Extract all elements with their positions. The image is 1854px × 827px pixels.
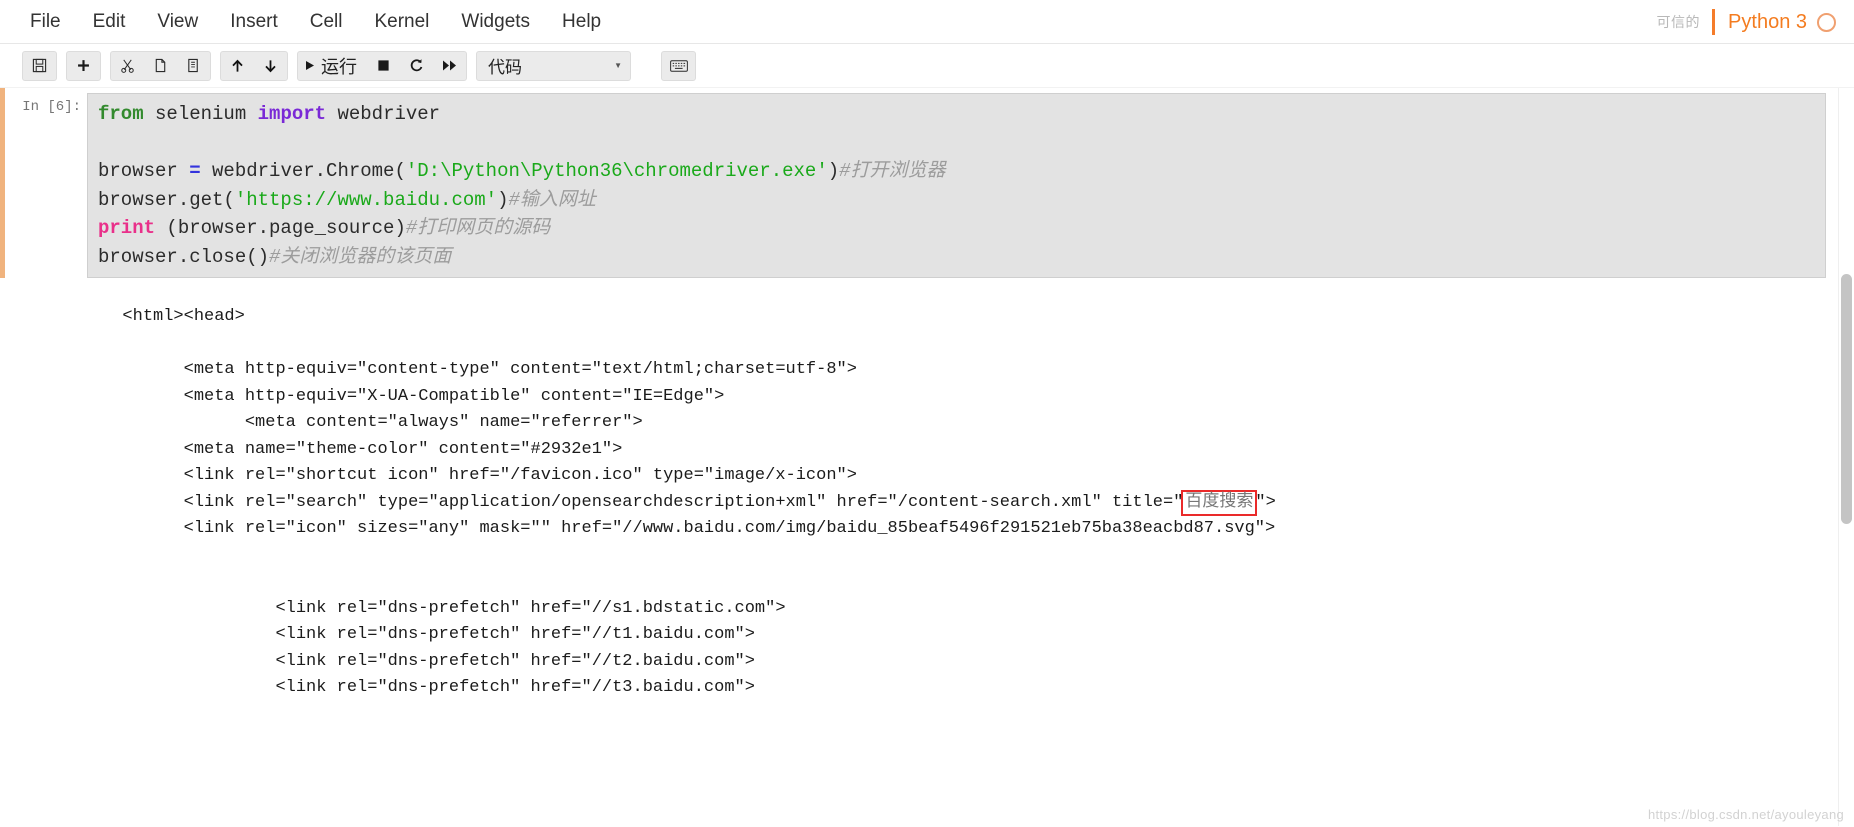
- code-token: ): [827, 160, 840, 182]
- output-line: <link rel="icon" sizes="any" mask="" hre…: [0, 519, 1276, 538]
- menu-item-help[interactable]: Help: [546, 8, 617, 35]
- code-line: print (browser.page_source)#打印网页的源码: [98, 214, 1821, 243]
- run-cell-label: 运行: [321, 56, 357, 77]
- kernel-divider: [1712, 9, 1716, 35]
- code-token: =: [189, 160, 201, 182]
- run-cell-button[interactable]: 运行: [298, 52, 367, 80]
- output-line: <meta name="theme-color" content="#2932e…: [0, 439, 623, 459]
- move-cell-up-button[interactable]: [221, 52, 254, 80]
- toolbar-group-insert: [66, 50, 101, 81]
- code-token: webdriver: [326, 103, 441, 125]
- output-line: <meta content="always" name="referrer">: [0, 413, 643, 432]
- code-cell[interactable]: In [6]: from selenium import webdriver b…: [0, 88, 1826, 278]
- menu-item-view[interactable]: View: [141, 8, 214, 35]
- paste-cell-button[interactable]: [177, 52, 210, 80]
- copy-cell-button[interactable]: [144, 52, 177, 80]
- notebook-body: In [6]: from selenium import webdriver b…: [0, 88, 1854, 826]
- paste-icon: [188, 58, 198, 73]
- output-line: <link rel="dns-prefetch" href="//s1.bdst…: [0, 598, 786, 618]
- menu-item-insert[interactable]: Insert: [214, 8, 294, 35]
- toolbar-group-move: [220, 50, 288, 81]
- cell-input-prompt: In [6]:: [22, 99, 81, 115]
- menu-item-widgets[interactable]: Widgets: [445, 8, 546, 35]
- save-icon: [32, 58, 47, 73]
- keyboard-shortcuts-button[interactable]: [662, 52, 695, 80]
- code-line: browser = webdriver.Chrome('D:\Python\Py…: [98, 157, 1821, 186]
- code-token: 'https://www.baidu.com': [234, 188, 498, 211]
- highlight-annotation-box: 百度搜索: [1181, 489, 1258, 516]
- cell-type-value: 代码: [488, 58, 522, 77]
- code-token: webdriver.Chrome(: [200, 160, 406, 182]
- output-line: <meta http-equiv="X-UA-Compatible" conte…: [0, 386, 725, 406]
- output-line: <link rel="dns-prefetch" href="//t3.baid…: [0, 678, 755, 697]
- plus-icon: [78, 60, 89, 71]
- output-line: <link rel="dns-prefetch" href="//t2.baid…: [0, 651, 755, 671]
- fast-forward-icon: [442, 60, 456, 71]
- toolbar-group-shortcuts: [661, 50, 696, 81]
- output-line: <meta http-equiv="content-type" content=…: [0, 360, 857, 379]
- toolbar-group-clipboard: [110, 50, 211, 81]
- interrupt-kernel-button[interactable]: [367, 52, 400, 80]
- move-cell-down-button[interactable]: [254, 52, 287, 80]
- trusted-badge: 可信的: [1656, 14, 1701, 30]
- code-token: #关闭浏览器的该页面: [269, 245, 452, 268]
- toolbar-group-run: 运行: [297, 50, 467, 81]
- output-scrollbar-thumb[interactable]: [1841, 274, 1852, 524]
- menu-item-file[interactable]: File: [14, 8, 77, 35]
- insert-cell-below-button[interactable]: [67, 52, 100, 80]
- code-token: selenium: [143, 103, 258, 125]
- watermark-text: https://blog.csdn.net/ayouleyang: [1647, 807, 1844, 822]
- kernel-indicator-area: 可信的 Python 3: [1657, 0, 1836, 44]
- chevron-down-icon: ▼: [614, 61, 622, 70]
- menu-item-cell[interactable]: Cell: [294, 8, 359, 35]
- code-token: browser: [98, 160, 190, 182]
- stop-square-icon: [378, 60, 389, 71]
- code-token: #打印网页的源码: [405, 217, 551, 239]
- toolbar: 运行 代码 ▼: [0, 44, 1854, 88]
- arrow-down-icon: [265, 59, 276, 72]
- output-line: <link rel="dns-prefetch" href="//t1.baid…: [0, 625, 755, 644]
- output-line: <link rel="search" type="application/ope…: [0, 489, 1854, 517]
- output-scrollbar[interactable]: [1838, 88, 1854, 826]
- cut-cell-button[interactable]: [111, 52, 144, 80]
- code-token: #打开浏览器: [839, 160, 946, 182]
- code-token: browser.close(): [98, 245, 270, 268]
- save-button[interactable]: [23, 52, 56, 80]
- restart-kernel-button[interactable]: [400, 52, 433, 80]
- kernel-name-label: Python 3: [1728, 10, 1807, 33]
- play-triangle-icon: [306, 61, 314, 70]
- menu-item-kernel[interactable]: Kernel: [358, 8, 445, 35]
- code-line: from selenium import webdriver: [98, 100, 1821, 129]
- code-token: (browser.page_source): [155, 217, 406, 239]
- output-line: <html><head>: [0, 307, 245, 326]
- cell-type-select[interactable]: 代码 ▼: [476, 50, 631, 81]
- code-line: browser.close()#关闭浏览器的该页面: [98, 243, 1821, 272]
- menu-item-edit[interactable]: Edit: [77, 8, 142, 35]
- code-token: #输入网址: [508, 188, 596, 211]
- code-token: ): [497, 188, 509, 211]
- code-editor[interactable]: from selenium import webdriver browser =…: [87, 93, 1826, 278]
- restart-circle-icon: [410, 59, 423, 72]
- kernel-idle-circle-icon[interactable]: [1817, 12, 1836, 32]
- code-token: browser.get(: [98, 188, 235, 211]
- code-token: import: [257, 103, 327, 125]
- scissors-icon: [121, 59, 134, 73]
- toolbar-group-save: [22, 50, 57, 81]
- code-line: browser.get('https://www.baidu.com')#输入网…: [98, 186, 1821, 215]
- cell-output-stream: <html><head> <meta http-equiv="content-t…: [0, 278, 1854, 702]
- keyboard-icon: [669, 59, 688, 72]
- code-token: print: [98, 217, 156, 239]
- copy-icon: [155, 58, 166, 73]
- output-line: <link rel="shortcut icon" href="/favicon…: [0, 466, 857, 485]
- restart-and-run-all-button[interactable]: [433, 52, 466, 80]
- arrow-up-icon: [232, 59, 243, 72]
- menu-bar: File Edit View Insert Cell Kernel Widget…: [0, 0, 1854, 44]
- jupyter-notebook-window: File Edit View Insert Cell Kernel Widget…: [0, 0, 1854, 827]
- code-token: 'D:\Python\Python36\chromedriver.exe': [405, 160, 828, 182]
- code-token: from: [98, 103, 144, 125]
